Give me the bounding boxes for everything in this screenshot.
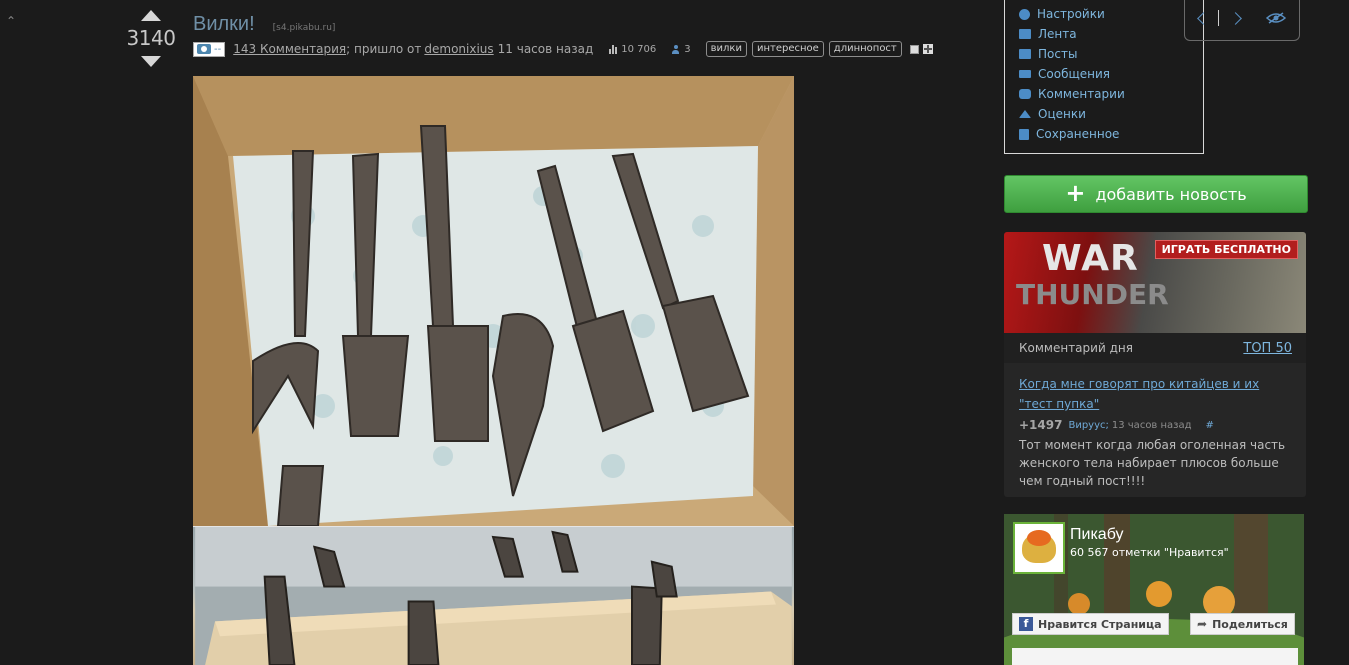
menu-item-settings[interactable]: Настройки	[1019, 4, 1203, 24]
user-icon	[672, 44, 680, 54]
ad-logo-war: WAR	[1042, 238, 1139, 279]
media-badge-dash: --	[214, 43, 222, 55]
add-news-label: добавить новость	[1095, 184, 1247, 204]
menu-item-label: Настройки	[1037, 7, 1105, 21]
fb-widget-footer	[1012, 648, 1298, 665]
post-image	[193, 76, 794, 665]
fb-share-button[interactable]: ➦ Поделиться	[1190, 613, 1295, 635]
fb-like-label: Нравится Страница	[1038, 617, 1162, 631]
tag[interactable]: длиннопост	[828, 41, 902, 57]
menu-item-label: Посты	[1038, 47, 1078, 61]
menu-item-label: Комментарии	[1038, 87, 1125, 101]
pikabu-avatar[interactable]	[1013, 522, 1065, 574]
sidebar-widget: WAR THUNDER ИГРАТЬ БЕСПЛАТНО Комментарий…	[1004, 232, 1306, 497]
forks-photo-top	[193, 76, 794, 526]
post-header: Вилки! [s4.pikabu.ru]	[193, 13, 335, 36]
tag[interactable]: вилки	[705, 41, 747, 57]
comment-permalink[interactable]: #	[1206, 420, 1214, 431]
facebook-widget: Пикабу 60 567 отметки "Нравится" f Нрави…	[1004, 514, 1304, 665]
save-post-icon[interactable]	[909, 44, 919, 54]
comment-of-day-header: Комментарий дня ТОП 50	[1004, 333, 1306, 363]
comment-meta: +1497 Вируус; 13 часов назад #	[1019, 418, 1291, 432]
tag[interactable]: интересное	[751, 41, 824, 57]
views-stat: 10 706	[609, 44, 656, 55]
comment-text: Тот момент когда любая оголенная часть ж…	[1019, 438, 1286, 488]
fb-share-label: Поделиться	[1212, 617, 1288, 631]
comments-link[interactable]: 143 Комментария	[233, 42, 346, 56]
scroll-top-icon[interactable]: ⌃	[6, 14, 16, 28]
menu-item-posts[interactable]: Посты	[1019, 44, 1203, 64]
vote-block: 3140	[126, 10, 176, 67]
views-icon	[609, 44, 618, 54]
vote-score: 3140	[126, 26, 176, 50]
page: ⌃ 3140 Вилки! [s4.pikabu.ru] -- 143 Комм…	[0, 0, 1349, 665]
facebook-icon: f	[1019, 617, 1033, 631]
menu-item-label: Оценки	[1038, 107, 1086, 121]
expand-icon[interactable]	[922, 44, 933, 54]
comment-of-day-body: Когда мне говорят про китайцев и их "тес…	[1004, 363, 1306, 497]
comment-of-day-title: Комментарий дня	[1019, 341, 1133, 355]
saves-count: 3	[684, 43, 691, 55]
hide-viewed-icon[interactable]	[1266, 12, 1286, 24]
saves-stat: 3	[672, 43, 691, 55]
comment-time: 13 часов назад	[1111, 419, 1192, 431]
post-title[interactable]: Вилки!	[193, 13, 255, 36]
comments-icon	[1019, 89, 1031, 99]
add-news-button[interactable]: + добавить новость	[1004, 175, 1308, 213]
menu-item-messages[interactable]: Сообщения	[1019, 64, 1203, 84]
user-menu: Настройки Лента Посты Сообщения Коммента…	[1004, 0, 1204, 154]
menu-item-feed[interactable]: Лента	[1019, 24, 1203, 44]
camera-icon	[197, 44, 211, 54]
views-count: 10 706	[621, 43, 657, 55]
top50-link[interactable]: ТОП 50	[1243, 341, 1292, 356]
war-thunder-banner[interactable]: WAR THUNDER ИГРАТЬ БЕСПЛАТНО	[1004, 232, 1306, 333]
forks-photo-bottom	[193, 526, 794, 665]
share-icon: ➦	[1197, 617, 1208, 631]
next-post-icon[interactable]	[1229, 11, 1242, 25]
ad-logo-thunder: THUNDER	[1016, 278, 1169, 311]
post-domain: [s4.pikabu.ru]	[272, 23, 336, 33]
mail-icon	[1019, 70, 1031, 78]
comment-score: +1497	[1019, 418, 1063, 432]
media-badge[interactable]: --	[193, 41, 226, 57]
post-time: 11 часов назад	[497, 42, 594, 56]
via-text: ; пришло от	[346, 42, 422, 56]
play-free-button[interactable]: ИГРАТЬ БЕСПЛАТНО	[1154, 240, 1298, 259]
vote-down-icon[interactable]	[141, 56, 161, 67]
plus-icon: +	[1065, 179, 1086, 207]
author-link[interactable]: demonixius	[424, 42, 493, 56]
prev-post-icon[interactable]	[1197, 11, 1210, 25]
menu-item-comments[interactable]: Комментарии	[1019, 84, 1203, 104]
save-icon	[1019, 128, 1029, 140]
rating-icon	[1019, 110, 1031, 118]
menu-item-ratings[interactable]: Оценки	[1019, 104, 1203, 124]
feed-icon	[1019, 29, 1031, 39]
menu-item-label: Лента	[1038, 27, 1077, 41]
fb-likes-count: 60 567 отметки "Нравится"	[1070, 546, 1229, 559]
comment-author[interactable]: Вируус;	[1068, 420, 1108, 431]
post-meta: -- 143 Комментария ; пришло от demonixiu…	[193, 41, 933, 57]
menu-item-saved[interactable]: Сохраненное	[1019, 124, 1203, 144]
vote-up-icon[interactable]	[141, 10, 161, 21]
fb-page-name[interactable]: Пикабу	[1070, 526, 1124, 544]
nav-divider	[1218, 10, 1219, 26]
menu-item-label: Сообщения	[1038, 67, 1111, 81]
fb-like-button[interactable]: f Нравится Страница	[1012, 613, 1169, 635]
tag-list: вилки интересное длиннопост	[705, 41, 902, 57]
posts-icon	[1019, 49, 1031, 59]
menu-item-label: Сохраненное	[1036, 127, 1120, 141]
comment-post-link[interactable]: Когда мне говорят про китайцев и их "тес…	[1019, 374, 1291, 414]
gear-icon	[1019, 8, 1030, 20]
post-navigation	[1184, 0, 1300, 41]
